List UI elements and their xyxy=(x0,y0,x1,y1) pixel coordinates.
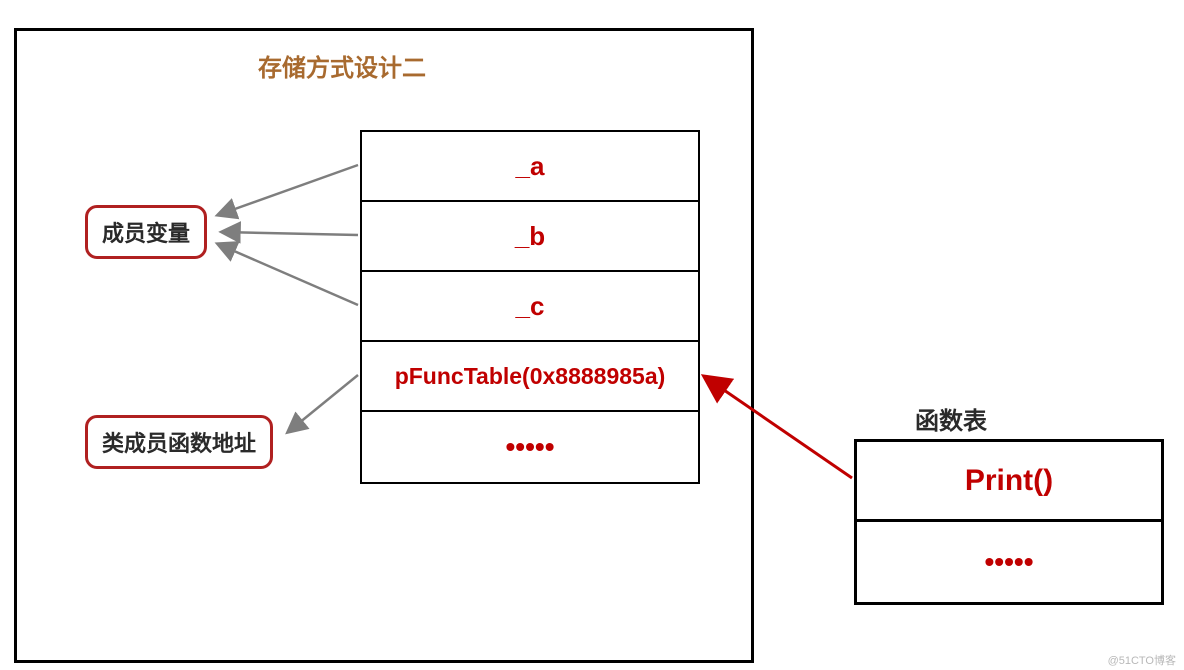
cell-dots: ••••• xyxy=(505,431,554,463)
watermark: @51CTO博客 xyxy=(1108,652,1176,668)
function-table: Print() ••••• xyxy=(854,439,1164,605)
cell-b: _b xyxy=(515,221,545,252)
pill-member-func-addr-label: 类成员函数地址 xyxy=(102,431,256,456)
cell-c: _c xyxy=(516,291,545,322)
table-row: _a xyxy=(362,132,698,202)
pill-member-variable: 成员变量 xyxy=(85,205,207,259)
pill-member-func-addr: 类成员函数地址 xyxy=(85,415,273,469)
object-memory-table: _a _b _c pFuncTable(0x8888985a) ••••• xyxy=(360,130,700,484)
func-dots: ••••• xyxy=(984,546,1033,578)
table-row: Print() xyxy=(857,442,1161,522)
table-row: ••••• xyxy=(362,412,698,482)
func-print: Print() xyxy=(965,464,1053,498)
cell-a: _a xyxy=(516,151,545,182)
table-row: _c xyxy=(362,272,698,342)
pill-member-variable-label: 成员变量 xyxy=(102,221,190,246)
table-row: ••••• xyxy=(857,522,1161,602)
diagram-title: 存储方式设计二 xyxy=(258,48,426,83)
function-table-title: 函数表 xyxy=(915,401,987,436)
table-row: pFuncTable(0x8888985a) xyxy=(362,342,698,412)
table-row: _b xyxy=(362,202,698,272)
cell-pfunc: pFuncTable(0x8888985a) xyxy=(395,363,666,390)
